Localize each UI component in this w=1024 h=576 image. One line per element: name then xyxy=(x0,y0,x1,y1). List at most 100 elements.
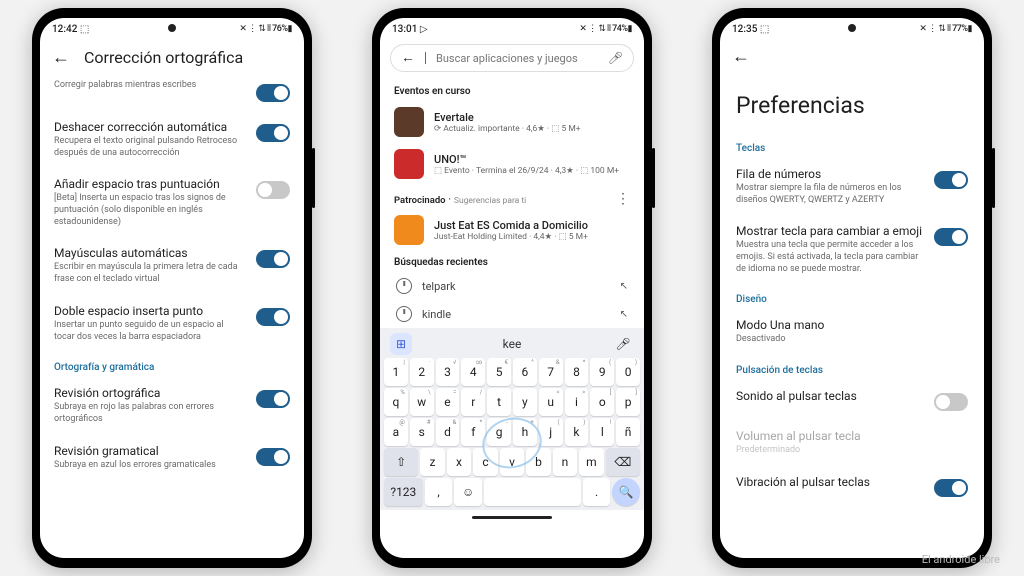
key-3[interactable]: 3√ xyxy=(436,358,460,386)
key-s[interactable]: s# xyxy=(410,418,434,446)
key-🔍[interactable]: 🔍 xyxy=(612,478,640,506)
key-u[interactable]: u< xyxy=(539,388,563,416)
key-t[interactable]: t xyxy=(487,388,511,416)
setting-row[interactable]: Revisión ortográficaSubraya en rojo las … xyxy=(54,377,290,434)
key-n[interactable]: n xyxy=(553,448,577,476)
recent-search[interactable]: kindle↖ xyxy=(380,300,644,328)
key-1[interactable]: 1| xyxy=(384,358,408,386)
key-j[interactable]: j( xyxy=(539,418,563,446)
screen-1: 12:42 ⬚ ✕ ⋮ ⇅ ⫴ 76%▮ ← Corrección ortogr… xyxy=(40,18,304,558)
setting-row[interactable]: Vibración al pulsar teclas xyxy=(736,466,968,506)
back-icon[interactable]: ← xyxy=(401,51,415,65)
key-5[interactable]: 5€ xyxy=(487,358,511,386)
key-x[interactable]: x xyxy=(447,448,471,476)
setting-row[interactable]: Corregir palabras mientras escribes xyxy=(54,71,290,111)
sponsored-label: Patrocinado xyxy=(394,195,446,206)
keyboard: ⊞ kee 🎤︎ 1|2·3√4∞5€6^7&8*9(0) q%w\e=r/ty… xyxy=(380,328,644,510)
toggle[interactable] xyxy=(934,228,968,246)
key-☺[interactable]: ☺ xyxy=(454,478,482,506)
sponsored-header: Patrocinado · Sugerencias para ti ⋮ xyxy=(380,185,644,209)
key-v[interactable]: v xyxy=(500,448,524,476)
sponsored-app-row[interactable]: Just Eat ES Comida a Domicilio Just-Eat … xyxy=(380,209,644,251)
key-o[interactable]: o[ xyxy=(590,388,614,416)
toggle[interactable] xyxy=(256,448,290,466)
more-icon[interactable]: ⋮ xyxy=(616,191,630,207)
key-c[interactable]: c xyxy=(473,448,497,476)
toggle[interactable] xyxy=(934,171,968,189)
key-f[interactable]: f* xyxy=(461,418,485,446)
key-p[interactable]: p] xyxy=(616,388,640,416)
key-m[interactable]: m xyxy=(579,448,603,476)
status-left-icons: ⬚ xyxy=(80,24,89,35)
toggle[interactable] xyxy=(256,308,290,326)
setting-row[interactable]: Revisión gramaticalSubraya en azul los e… xyxy=(54,435,290,481)
back-icon[interactable]: ← xyxy=(732,48,750,66)
search-bar[interactable]: ← 🎤︎ xyxy=(390,44,634,72)
key-8[interactable]: 8* xyxy=(565,358,589,386)
clipboard-icon[interactable]: ⊞ xyxy=(390,333,412,355)
key-7[interactable]: 7& xyxy=(539,358,563,386)
setting-row[interactable]: Doble espacio inserta puntoInsertar un p… xyxy=(54,295,290,352)
setting-row[interactable]: Sonido al pulsar teclas xyxy=(736,380,968,420)
key-space[interactable] xyxy=(484,478,581,506)
key-w[interactable]: w\ xyxy=(410,388,434,416)
key-h[interactable]: h+ xyxy=(513,418,537,446)
key-⇧[interactable]: ⇧ xyxy=(384,448,418,476)
setting-row[interactable]: Fila de númerosMostrar siempre la fila d… xyxy=(736,158,968,215)
toggle[interactable] xyxy=(256,124,290,142)
key-d[interactable]: d& xyxy=(436,418,460,446)
suggestion-text[interactable]: kee xyxy=(412,337,612,351)
key-4[interactable]: 4∞ xyxy=(461,358,485,386)
key-,[interactable]: , xyxy=(425,478,453,506)
key-k[interactable]: k) xyxy=(565,418,589,446)
app-icon xyxy=(394,215,424,245)
setting-row[interactable]: Mayúsculas automáticasEscribir en mayúsc… xyxy=(54,237,290,294)
mic-icon[interactable]: 🎤︎ xyxy=(608,51,623,65)
history-icon xyxy=(396,278,412,294)
recent-text: telpark xyxy=(422,280,456,293)
toggle[interactable] xyxy=(256,181,290,199)
app-sub: ⬚ Evento · Termina el 26/9/24 · 4,3★ · ⬚… xyxy=(434,166,619,176)
back-icon[interactable]: ← xyxy=(52,49,70,67)
app-row[interactable]: UNO!™⬚ Evento · Termina el 26/9/24 · 4,3… xyxy=(380,143,644,185)
key-2[interactable]: 2· xyxy=(410,358,434,386)
search-input[interactable] xyxy=(436,52,598,65)
setting-title: Fila de números xyxy=(736,167,924,181)
key-r[interactable]: r/ xyxy=(461,388,485,416)
toggle[interactable] xyxy=(256,250,290,268)
setting-title: Sonido al pulsar teclas xyxy=(736,389,924,403)
key-0[interactable]: 0) xyxy=(616,358,640,386)
app-name: UNO!™ xyxy=(434,153,619,166)
setting-row[interactable]: Mostrar tecla para cambiar a emojiMuestr… xyxy=(736,215,968,284)
insert-icon[interactable]: ↖ xyxy=(620,281,628,292)
key-y[interactable]: y xyxy=(513,388,537,416)
toggle[interactable] xyxy=(256,84,290,102)
setting-row[interactable]: Deshacer corrección automáticaRecupera e… xyxy=(54,111,290,168)
setting-row[interactable]: Modo Una manoDesactivado xyxy=(736,309,968,355)
key-b[interactable]: b xyxy=(526,448,550,476)
mic-icon[interactable]: 🎤︎ xyxy=(612,333,634,355)
insert-icon[interactable]: ↖ xyxy=(620,309,628,320)
toggle[interactable] xyxy=(934,393,968,411)
key-e[interactable]: e= xyxy=(436,388,460,416)
key-z[interactable]: z xyxy=(420,448,444,476)
toggle[interactable] xyxy=(934,479,968,497)
key-?123[interactable]: ?123 xyxy=(384,478,423,506)
setting-desc: Muestra una tecla que permite acceder a … xyxy=(736,240,924,275)
key-6[interactable]: 6^ xyxy=(513,358,537,386)
setting-row[interactable]: Añadir espacio tras puntuación[Beta] Ins… xyxy=(54,168,290,237)
key-.[interactable]: . xyxy=(583,478,611,506)
app-row[interactable]: Evertale⟳ Actualiz. importante · 4,6★ · … xyxy=(380,101,644,143)
key-q[interactable]: q% xyxy=(384,388,408,416)
key-a[interactable]: a@ xyxy=(384,418,408,446)
key-l[interactable]: l! xyxy=(590,418,614,446)
key-ñ[interactable]: ñ xyxy=(616,418,640,446)
toggle[interactable] xyxy=(256,390,290,408)
recent-search[interactable]: telpark ↖ xyxy=(380,272,644,300)
setting-desc: Subraya en azul los errores gramaticales xyxy=(54,460,246,472)
key-9[interactable]: 9( xyxy=(590,358,614,386)
key-i[interactable]: i> xyxy=(565,388,589,416)
key-g[interactable]: g- xyxy=(487,418,511,446)
setting-row[interactable]: Volumen al pulsar teclaPredeterminado xyxy=(736,420,968,466)
key-⌫[interactable]: ⌫ xyxy=(606,448,640,476)
